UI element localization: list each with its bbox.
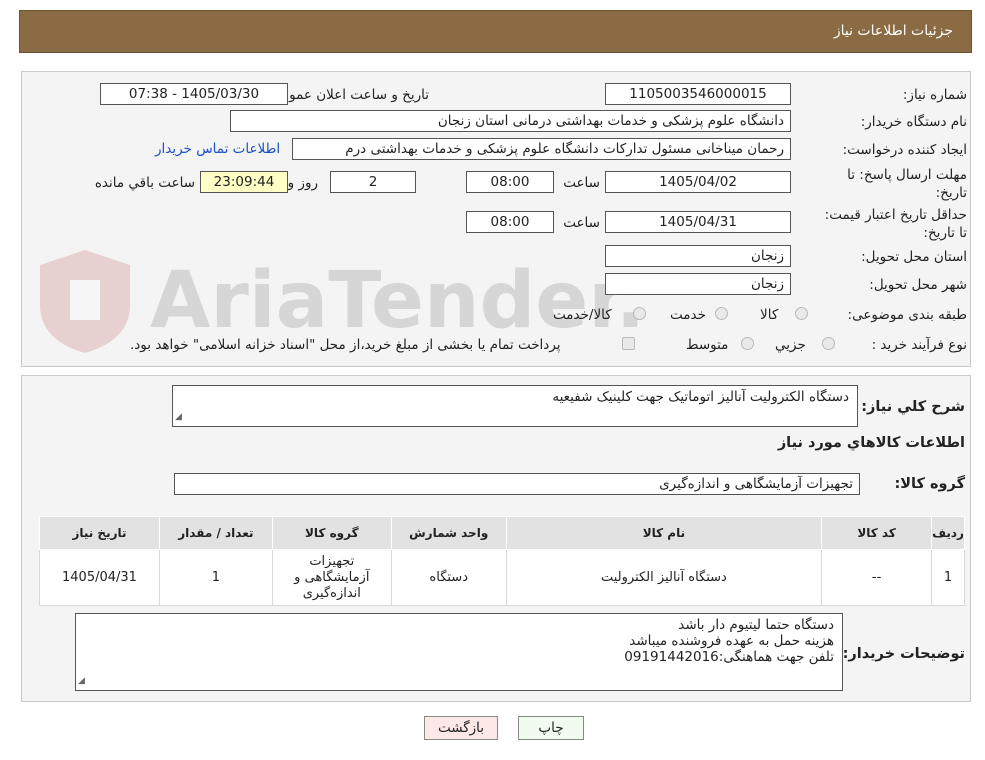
th-date: تاریخ نیاز	[39, 516, 160, 550]
cell-name: دستگاه آنالیز الکترولیت	[505, 549, 823, 606]
validity-time-field: 08:00	[466, 211, 554, 233]
purchase-medium-radio[interactable]	[741, 337, 754, 350]
remaining-label: ساعت باقي مانده	[94, 175, 195, 191]
th-row: ردیف	[931, 516, 965, 550]
th-unit: واحد شمارش	[390, 516, 507, 550]
need-number-label: شماره نیاز:	[902, 87, 967, 103]
table-row: 1 -- دستگاه آنالیز الکترولیت دستگاه تجهی…	[39, 549, 965, 606]
days-label: روز و	[287, 175, 318, 191]
category-service-label: خدمت	[670, 307, 706, 323]
back-button[interactable]: بازگشت	[424, 716, 498, 740]
th-code: کد کالا	[821, 516, 933, 550]
days-field: 2	[330, 171, 416, 193]
cell-qty: 1	[158, 549, 273, 606]
notes-label: توضیحات خریدار:	[842, 646, 965, 662]
deadline-time-field: 08:00	[466, 171, 554, 193]
cell-row: 1	[931, 549, 965, 606]
goods-group-label: گروه کالا:	[894, 476, 965, 492]
print-button[interactable]: چاپ	[518, 716, 584, 740]
validity-date-field: 1405/04/31	[605, 211, 791, 233]
th-qty: تعداد / مقدار	[158, 516, 273, 550]
items-title: اطلاعات کالاهاي مورد نياز	[777, 435, 965, 451]
notes-line: دستگاه حتما لیتیوم دار باشد	[678, 617, 834, 633]
city-field: زنجان	[605, 273, 791, 295]
notes-line: تلفن جهت هماهنگی:09191442016	[624, 649, 834, 665]
table-header-row: ردیف کد کالا نام کالا واحد شمارش گروه کا…	[39, 516, 965, 550]
resize-grip-icon: ◢	[78, 676, 85, 686]
city-label: شهر محل تحویل:	[869, 277, 967, 293]
announce-field: 1405/03/30 - 07:38	[100, 83, 288, 105]
th-name: نام کالا	[505, 516, 823, 550]
cell-date: 1405/04/31	[39, 549, 160, 606]
validity-time-label: ساعت	[563, 215, 600, 231]
summary-field: دستگاه الکترولیت آنالیز اتوماتیک جهت کلی…	[172, 385, 858, 427]
treasury-checkbox[interactable]	[622, 337, 635, 350]
category-goods-label: کالا	[760, 307, 779, 323]
validity-label: حداقل تاریخ اعتبار قیمت: تا تاریخ:	[824, 207, 967, 241]
purchase-medium-label: متوسط	[686, 337, 729, 353]
requester-field: رحمان میناخانی مسئول تدارکات دانشگاه علو…	[292, 138, 791, 160]
cell-unit: دستگاه	[390, 549, 507, 606]
purchase-partial-radio[interactable]	[822, 337, 835, 350]
category-label: طبقه بندی موضوعی:	[847, 307, 967, 323]
notes-line: هزینه حمل به عهده فروشنده میباشد	[629, 633, 834, 649]
th-group: گروه کالا	[271, 516, 392, 550]
summary-label: شرح کلي نياز:	[861, 399, 965, 415]
requester-label: ایجاد کننده درخواست:	[842, 142, 967, 158]
buyer-contact-link[interactable]: اطلاعات تماس خریدار	[155, 141, 280, 157]
page-header: جزئیات اطلاعات نیاز	[19, 10, 972, 53]
notes-field: دستگاه حتما لیتیوم دار باشد هزینه حمل به…	[75, 613, 843, 691]
summary-text: دستگاه الکترولیت آنالیز اتوماتیک جهت کلی…	[552, 389, 849, 405]
items-table: ردیف کد کالا نام کالا واحد شمارش گروه کا…	[39, 516, 965, 606]
category-goods-service-radio[interactable]	[633, 307, 646, 320]
goods-group-field: تجهیزات آزمایشگاهی و اندازه‌گیری	[174, 473, 860, 495]
page-title: جزئیات اطلاعات نیاز	[833, 23, 953, 39]
category-goods-radio[interactable]	[795, 307, 808, 320]
remaining-time-field: 23:09:44	[200, 171, 288, 193]
purchase-partial-label: جزیي	[775, 337, 806, 353]
resize-grip-icon: ◢	[175, 412, 182, 422]
category-service-radio[interactable]	[715, 307, 728, 320]
cell-code: --	[821, 549, 933, 606]
deadline-label: مهلت ارسال پاسخ: تا تاریخ:	[847, 167, 967, 201]
announce-label: تاریخ و ساعت اعلان عمومي:	[266, 87, 429, 103]
category-goods-service-label: کالا/خدمت	[553, 307, 612, 323]
treasury-note: پرداخت تمام یا بخشی از مبلغ خرید،از محل …	[130, 337, 561, 353]
buyer-org-label: نام دستگاه خريدار:	[860, 114, 967, 130]
deadline-date-field: 1405/04/02	[605, 171, 791, 193]
purchase-type-label: نوع فرآیند خرید :	[871, 337, 967, 353]
province-field: زنجان	[605, 245, 791, 267]
cell-group: تجهیزات آزمایشگاهی و اندازه‌گیری	[271, 549, 392, 606]
need-number-field: 1105003546000015	[605, 83, 791, 105]
deadline-time-label: ساعت	[563, 175, 600, 191]
buyer-org-field: دانشگاه علوم پزشکی و خدمات بهداشتی درمان…	[230, 110, 791, 132]
province-label: استان محل تحویل:	[861, 249, 967, 265]
